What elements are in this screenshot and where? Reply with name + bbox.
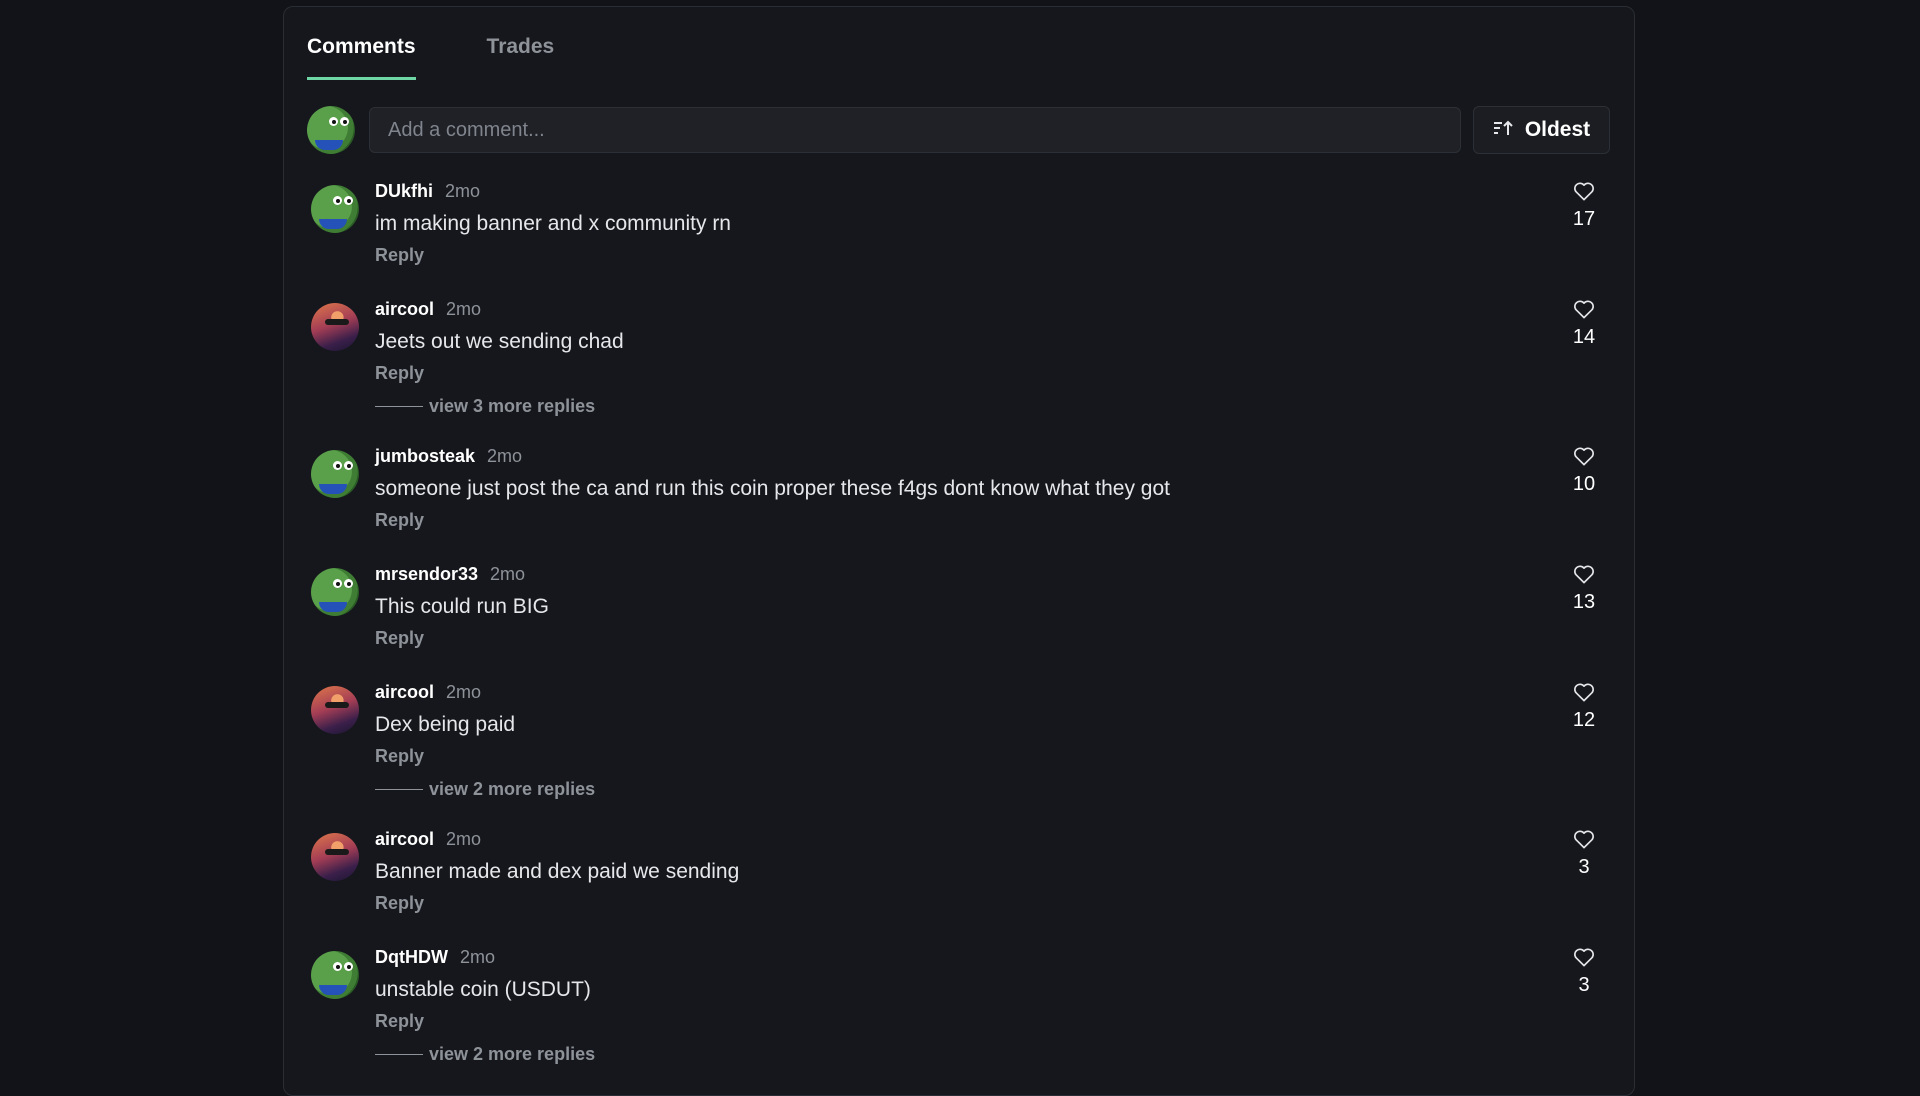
like-count: 17 [1572, 208, 1596, 230]
comment-item: aircool 2mo Dex being paid Reply view 2 … [307, 682, 1610, 829]
heart-icon [1573, 682, 1595, 707]
avatar [307, 106, 355, 154]
sort-ascending-icon [1493, 118, 1513, 142]
tab-bar: Comments Trades [307, 35, 554, 80]
comment-input[interactable] [369, 107, 1461, 153]
avatar [311, 303, 359, 351]
like-button[interactable]: 17 [1564, 181, 1604, 231]
comment-time: 2mo [446, 299, 482, 319]
comment-username[interactable]: DqtHDW [375, 947, 448, 968]
reply-button[interactable]: Reply [375, 893, 1610, 914]
reply-button[interactable]: Reply [375, 1011, 1610, 1032]
view-replies-label: view 2 more replies [429, 1044, 596, 1064]
avatar [311, 686, 359, 734]
tab-trades[interactable]: Trades [487, 35, 555, 80]
heart-icon [1573, 181, 1595, 206]
view-replies-label: view 3 more replies [429, 396, 596, 416]
comment-username[interactable]: mrsendor33 [375, 564, 478, 585]
avatar [311, 450, 359, 498]
reply-button[interactable]: Reply [375, 746, 1610, 767]
heart-icon [1573, 564, 1595, 589]
avatar [311, 568, 359, 616]
comment-text: unstable coin (USDUT) [375, 978, 591, 1001]
comment-time: 2mo [490, 564, 526, 584]
like-button[interactable]: 3 [1564, 829, 1604, 879]
avatar [311, 951, 359, 999]
view-replies-link[interactable]: view 3 more replies [375, 396, 1610, 417]
comment-username[interactable]: aircool [375, 829, 434, 850]
view-replies-link[interactable]: view 2 more replies [375, 1044, 1610, 1065]
comment-username[interactable]: aircool [375, 682, 434, 703]
comment-list: DUkfhi 2mo im making banner and x commun… [307, 181, 1610, 1094]
comment-text: Jeets out we sending chad [375, 330, 624, 353]
divider [375, 406, 423, 407]
like-count: 3 [1578, 974, 1590, 996]
heart-icon [1573, 947, 1595, 972]
like-button[interactable]: 3 [1564, 947, 1604, 997]
comments-panel: Comments Trades Oldest DUkfhi [283, 6, 1635, 1096]
heart-icon [1573, 299, 1595, 324]
view-replies-link[interactable]: view 2 more replies [375, 779, 1610, 800]
comment-text: Dex being paid [375, 713, 516, 736]
sort-oldest-button[interactable]: Oldest [1473, 106, 1610, 154]
comment-item: aircool 2mo Jeets out we sending chad Re… [307, 299, 1610, 446]
like-count: 12 [1572, 709, 1596, 731]
comment-username[interactable]: DUkfhi [375, 181, 433, 202]
like-button[interactable]: 10 [1564, 446, 1604, 496]
comment-time: 2mo [459, 947, 495, 967]
comment-text: im making banner and x community rn [375, 212, 731, 235]
comment-item: mrsendor33 2mo This could run BIG Reply … [307, 564, 1610, 682]
reply-button[interactable]: Reply [375, 510, 1610, 531]
comment-item: aircool 2mo Banner made and dex paid we … [307, 829, 1610, 947]
comment-composer: Oldest [307, 105, 1610, 155]
comment-text: someone just post the ca and run this co… [375, 477, 1170, 500]
like-button[interactable]: 14 [1564, 299, 1604, 349]
sort-label: Oldest [1524, 118, 1591, 141]
comment-time: 2mo [446, 829, 482, 849]
like-count: 13 [1572, 591, 1596, 613]
comment-item: DUkfhi 2mo im making banner and x commun… [307, 181, 1610, 299]
comment-text: This could run BIG [375, 595, 549, 618]
heart-icon [1573, 446, 1595, 471]
comment-time: 2mo [446, 682, 482, 702]
comment-item: DqtHDW 2mo unstable coin (USDUT) Reply v… [307, 947, 1610, 1094]
reply-button[interactable]: Reply [375, 245, 1610, 266]
avatar [311, 833, 359, 881]
tab-comments[interactable]: Comments [307, 35, 416, 80]
like-count: 14 [1572, 326, 1596, 348]
avatar [311, 185, 359, 233]
comment-text: Banner made and dex paid we sending [375, 860, 740, 883]
comment-time: 2mo [445, 181, 481, 201]
like-button[interactable]: 13 [1564, 564, 1604, 614]
like-count: 10 [1572, 473, 1596, 495]
reply-button[interactable]: Reply [375, 363, 1610, 384]
view-replies-label: view 2 more replies [429, 779, 596, 799]
comment-username[interactable]: jumbosteak [375, 446, 475, 467]
reply-button[interactable]: Reply [375, 628, 1610, 649]
comment-username[interactable]: aircool [375, 299, 434, 320]
comment-time: 2mo [487, 446, 523, 466]
divider [375, 1054, 423, 1055]
divider [375, 789, 423, 790]
heart-icon [1573, 829, 1595, 854]
comment-item: jumbosteak 2mo someone just post the ca … [307, 446, 1610, 564]
like-button[interactable]: 12 [1564, 682, 1604, 732]
like-count: 3 [1578, 856, 1590, 878]
